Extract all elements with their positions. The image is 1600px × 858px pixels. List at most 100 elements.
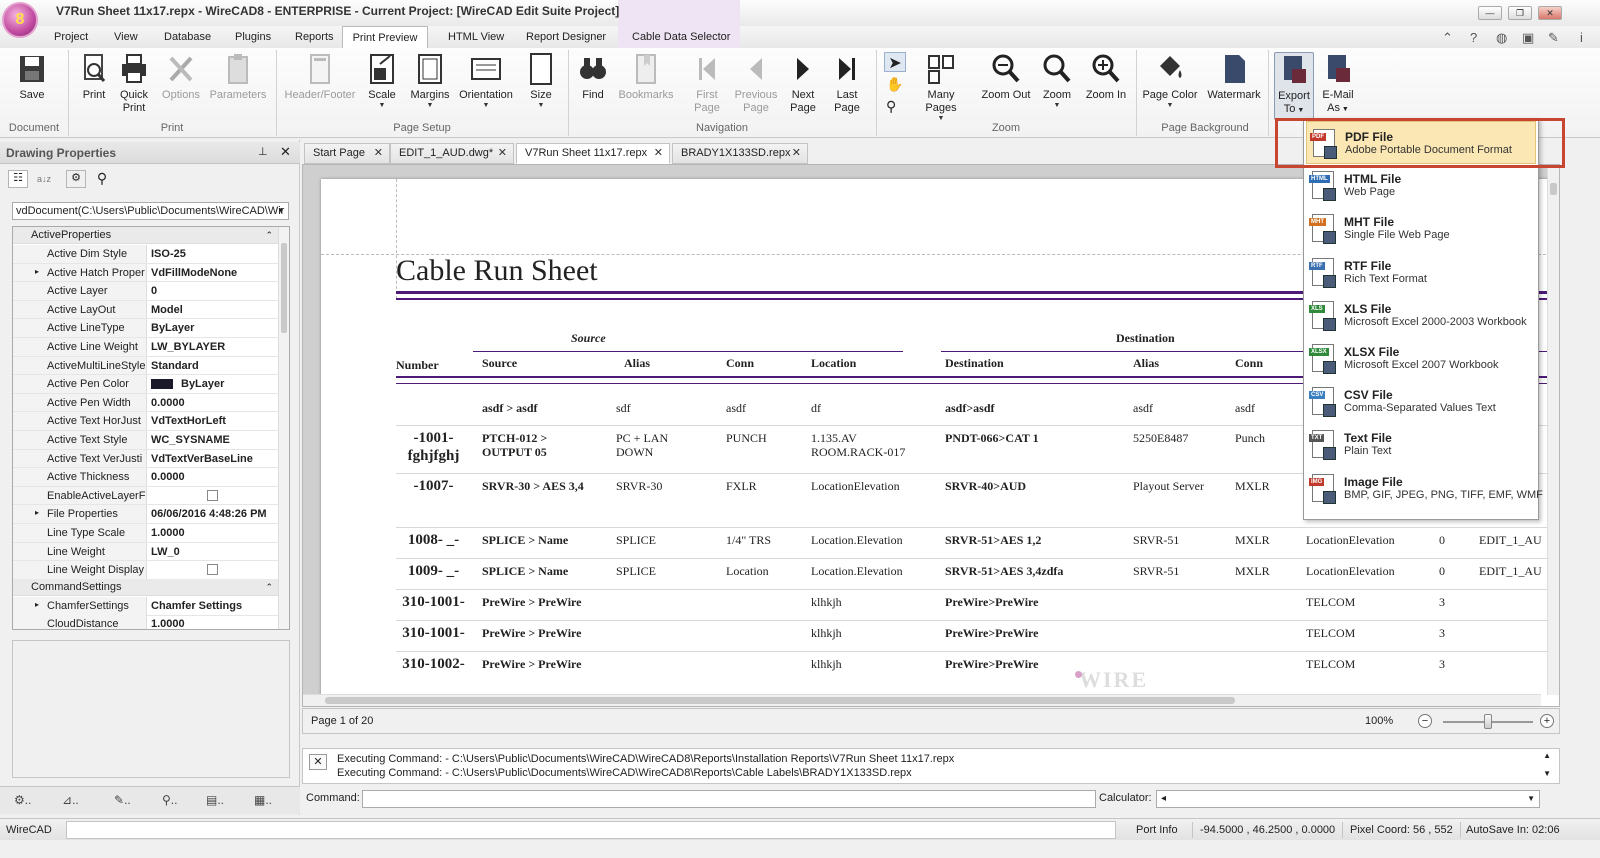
property-value[interactable]: Chamfer Settings bbox=[147, 597, 279, 615]
category-active-properties[interactable]: ActiveProperties ⌃ bbox=[13, 227, 279, 244]
property-row[interactable]: ChamferSettings Chamfer Settings ▸ bbox=[13, 597, 279, 616]
export-item-rtf[interactable]: RTF RTF File Rich Text Format bbox=[1306, 251, 1536, 294]
property-row[interactable]: Line Weight Display bbox=[13, 561, 279, 580]
parameters-button[interactable]: Parameters bbox=[208, 52, 268, 102]
layers-tab-icon[interactable]: ⚙.. bbox=[14, 793, 31, 807]
export-item-csv[interactable]: CSV CSV File Comma-Separated Values Text bbox=[1306, 380, 1536, 423]
property-value[interactable]: VdTextVerBaseLine bbox=[147, 450, 279, 468]
property-value[interactable]: Standard bbox=[147, 357, 279, 375]
property-row[interactable]: Active Text HorJust VdTextHorLeft bbox=[13, 412, 279, 431]
property-value[interactable]: 06/06/2016 4:48:26 PM bbox=[147, 505, 279, 523]
header-footer-button[interactable]: Header/Footer bbox=[284, 52, 356, 102]
chevron-down-icon[interactable]: ▼ bbox=[1527, 791, 1535, 807]
blocks-tab-icon[interactable]: ⊿.. bbox=[62, 793, 79, 807]
minimize-button[interactable]: — bbox=[1478, 6, 1502, 20]
scroll-thumb[interactable] bbox=[281, 243, 287, 333]
property-value[interactable]: 1.0000 bbox=[147, 524, 279, 542]
property-row[interactable]: Line Type Scale 1.0000 bbox=[13, 524, 279, 543]
property-value[interactable]: ISO-25 bbox=[147, 245, 279, 263]
pointer-icon[interactable]: ➤ bbox=[884, 52, 906, 72]
tab-html-view[interactable]: HTML View bbox=[448, 31, 504, 43]
close-icon[interactable]: ✕ bbox=[280, 144, 291, 160]
zoom-percent[interactable]: 100% bbox=[1365, 715, 1393, 727]
category-command-settings[interactable]: CommandSettings ⌃ bbox=[13, 579, 279, 596]
search-icon[interactable]: ⚲ bbox=[92, 170, 112, 188]
property-row[interactable]: CloudDistance 1.0000 bbox=[13, 615, 279, 629]
watermark-button[interactable]: Watermark bbox=[1206, 52, 1262, 102]
property-row[interactable]: Active Pen Color ByLayer bbox=[13, 375, 279, 394]
property-value[interactable]: WC_SYSNAME bbox=[147, 431, 279, 449]
horizontal-scrollbar[interactable] bbox=[303, 694, 1541, 706]
scroll-thumb[interactable] bbox=[325, 697, 1235, 704]
previous-page-button[interactable]: Previous Page bbox=[732, 52, 780, 115]
property-row[interactable]: Active Pen Width 0.0000 bbox=[13, 393, 279, 413]
property-value[interactable]: VdTextHorLeft bbox=[147, 412, 279, 430]
help-icon[interactable]: ? bbox=[1470, 30, 1477, 45]
property-pages-icon[interactable]: ⚙ bbox=[66, 170, 86, 188]
margins-button[interactable]: Margins ▼ bbox=[408, 52, 452, 110]
property-row[interactable]: Active Thickness 0.0000 bbox=[13, 468, 279, 487]
library-tab-icon[interactable]: ▦.. bbox=[254, 793, 272, 807]
categorized-icon[interactable]: ☷ bbox=[8, 170, 28, 188]
property-row[interactable]: Active Text Style WC_SYSNAME bbox=[13, 431, 279, 450]
property-value[interactable]: LW_0 bbox=[147, 543, 279, 561]
save-button[interactable]: Save bbox=[12, 52, 52, 102]
vertical-scrollbar[interactable] bbox=[1582, 186, 1591, 686]
tab-print-preview[interactable]: Print Preview bbox=[342, 26, 428, 49]
export-item-xls[interactable]: XLS XLS File Microsoft Excel 2000-2003 Wor… bbox=[1306, 294, 1536, 337]
expand-icon[interactable]: ▸ bbox=[35, 267, 39, 276]
object-selector-dropdown[interactable]: vdDocument(C:\Users\Public\Documents\Wir… bbox=[12, 202, 289, 220]
tools-icon[interactable]: ✎ bbox=[1548, 30, 1559, 46]
edit-tab-icon[interactable]: ✎.. bbox=[114, 793, 131, 807]
scroll-up-icon[interactable]: ▲ bbox=[1543, 751, 1551, 760]
close-icon[interactable]: ✕ bbox=[498, 144, 507, 163]
property-value[interactable]: Model bbox=[147, 301, 279, 319]
document-tab-icon[interactable]: ▤.. bbox=[206, 793, 224, 807]
property-row[interactable]: Active LineType ByLayer bbox=[13, 319, 279, 338]
vertical-scrollbar[interactable] bbox=[278, 227, 289, 629]
property-row[interactable]: Active Text VerJusti VdTextVerBaseLine bbox=[13, 449, 279, 469]
scale-button[interactable]: Scale ▼ bbox=[364, 52, 400, 110]
zoom-slider-thumb[interactable] bbox=[1484, 714, 1492, 729]
tab-v7run-sheet[interactable]: V7Run Sheet 11x17.repx ✕ bbox=[516, 143, 670, 164]
tab-plugins[interactable]: Plugins bbox=[235, 31, 271, 43]
zoom-in-button[interactable]: Zoom In bbox=[1084, 52, 1128, 102]
export-item-txt[interactable]: TXT Text File Plain Text bbox=[1306, 423, 1536, 466]
search-tab-icon[interactable]: ⚲.. bbox=[162, 793, 177, 807]
port-info-button[interactable]: Port Info bbox=[1136, 824, 1178, 836]
magnifier-icon[interactable]: ⚲ bbox=[886, 98, 896, 115]
email-as-button[interactable]: E-Mail As ▼ bbox=[1318, 52, 1358, 116]
calculator-input[interactable]: ◂ ▼ bbox=[1156, 790, 1540, 808]
close-icon[interactable]: ✕ bbox=[792, 144, 801, 163]
property-row[interactable]: EnableActiveLayerF bbox=[13, 486, 279, 506]
window-icon[interactable]: ▣ bbox=[1522, 30, 1534, 46]
collapse-icon[interactable]: ⌃ bbox=[265, 227, 273, 244]
property-value[interactable] bbox=[147, 487, 279, 505]
scroll-down-icon[interactable]: ▼ bbox=[1543, 769, 1551, 778]
property-row[interactable]: Active Layer 0 bbox=[13, 282, 279, 301]
property-value[interactable]: 0.0000 bbox=[147, 394, 279, 412]
bookmarks-button[interactable]: Bookmarks bbox=[618, 52, 674, 102]
property-row[interactable]: File Properties 06/06/2016 4:48:26 PM ▸ bbox=[13, 505, 279, 524]
tab-project[interactable]: Project bbox=[54, 31, 88, 43]
checkbox[interactable] bbox=[207, 489, 218, 501]
next-page-button[interactable]: Next Page bbox=[786, 52, 820, 115]
find-button[interactable]: Find bbox=[576, 52, 610, 102]
tab-report-designer[interactable]: Report Designer bbox=[526, 31, 606, 43]
close-icon[interactable]: ✕ bbox=[374, 144, 383, 163]
property-row[interactable]: Active Hatch Proper VdFillModeNone ▸ bbox=[13, 263, 279, 283]
close-icon[interactable]: ✕ bbox=[309, 754, 327, 770]
orientation-button[interactable]: Orientation ▼ bbox=[458, 52, 514, 110]
property-value[interactable]: 0 bbox=[147, 282, 279, 300]
close-icon[interactable]: ✕ bbox=[654, 144, 663, 163]
collapse-icon[interactable]: ⌃ bbox=[265, 579, 273, 596]
property-row[interactable]: Active Line Weight LW_BYLAYER bbox=[13, 338, 279, 357]
command-input[interactable] bbox=[362, 790, 1096, 808]
property-value[interactable]: ByLayer bbox=[147, 319, 279, 337]
pin-icon[interactable]: ⊥ bbox=[258, 145, 268, 158]
export-item-mht[interactable]: MHT MHT File Single File Web Page bbox=[1306, 207, 1536, 250]
checkbox[interactable] bbox=[207, 564, 218, 576]
options-button[interactable]: Options bbox=[160, 52, 202, 102]
tab-cable-data-selector[interactable]: Cable Data Selector bbox=[632, 31, 730, 43]
zoom-out-button[interactable]: Zoom Out bbox=[980, 52, 1032, 102]
